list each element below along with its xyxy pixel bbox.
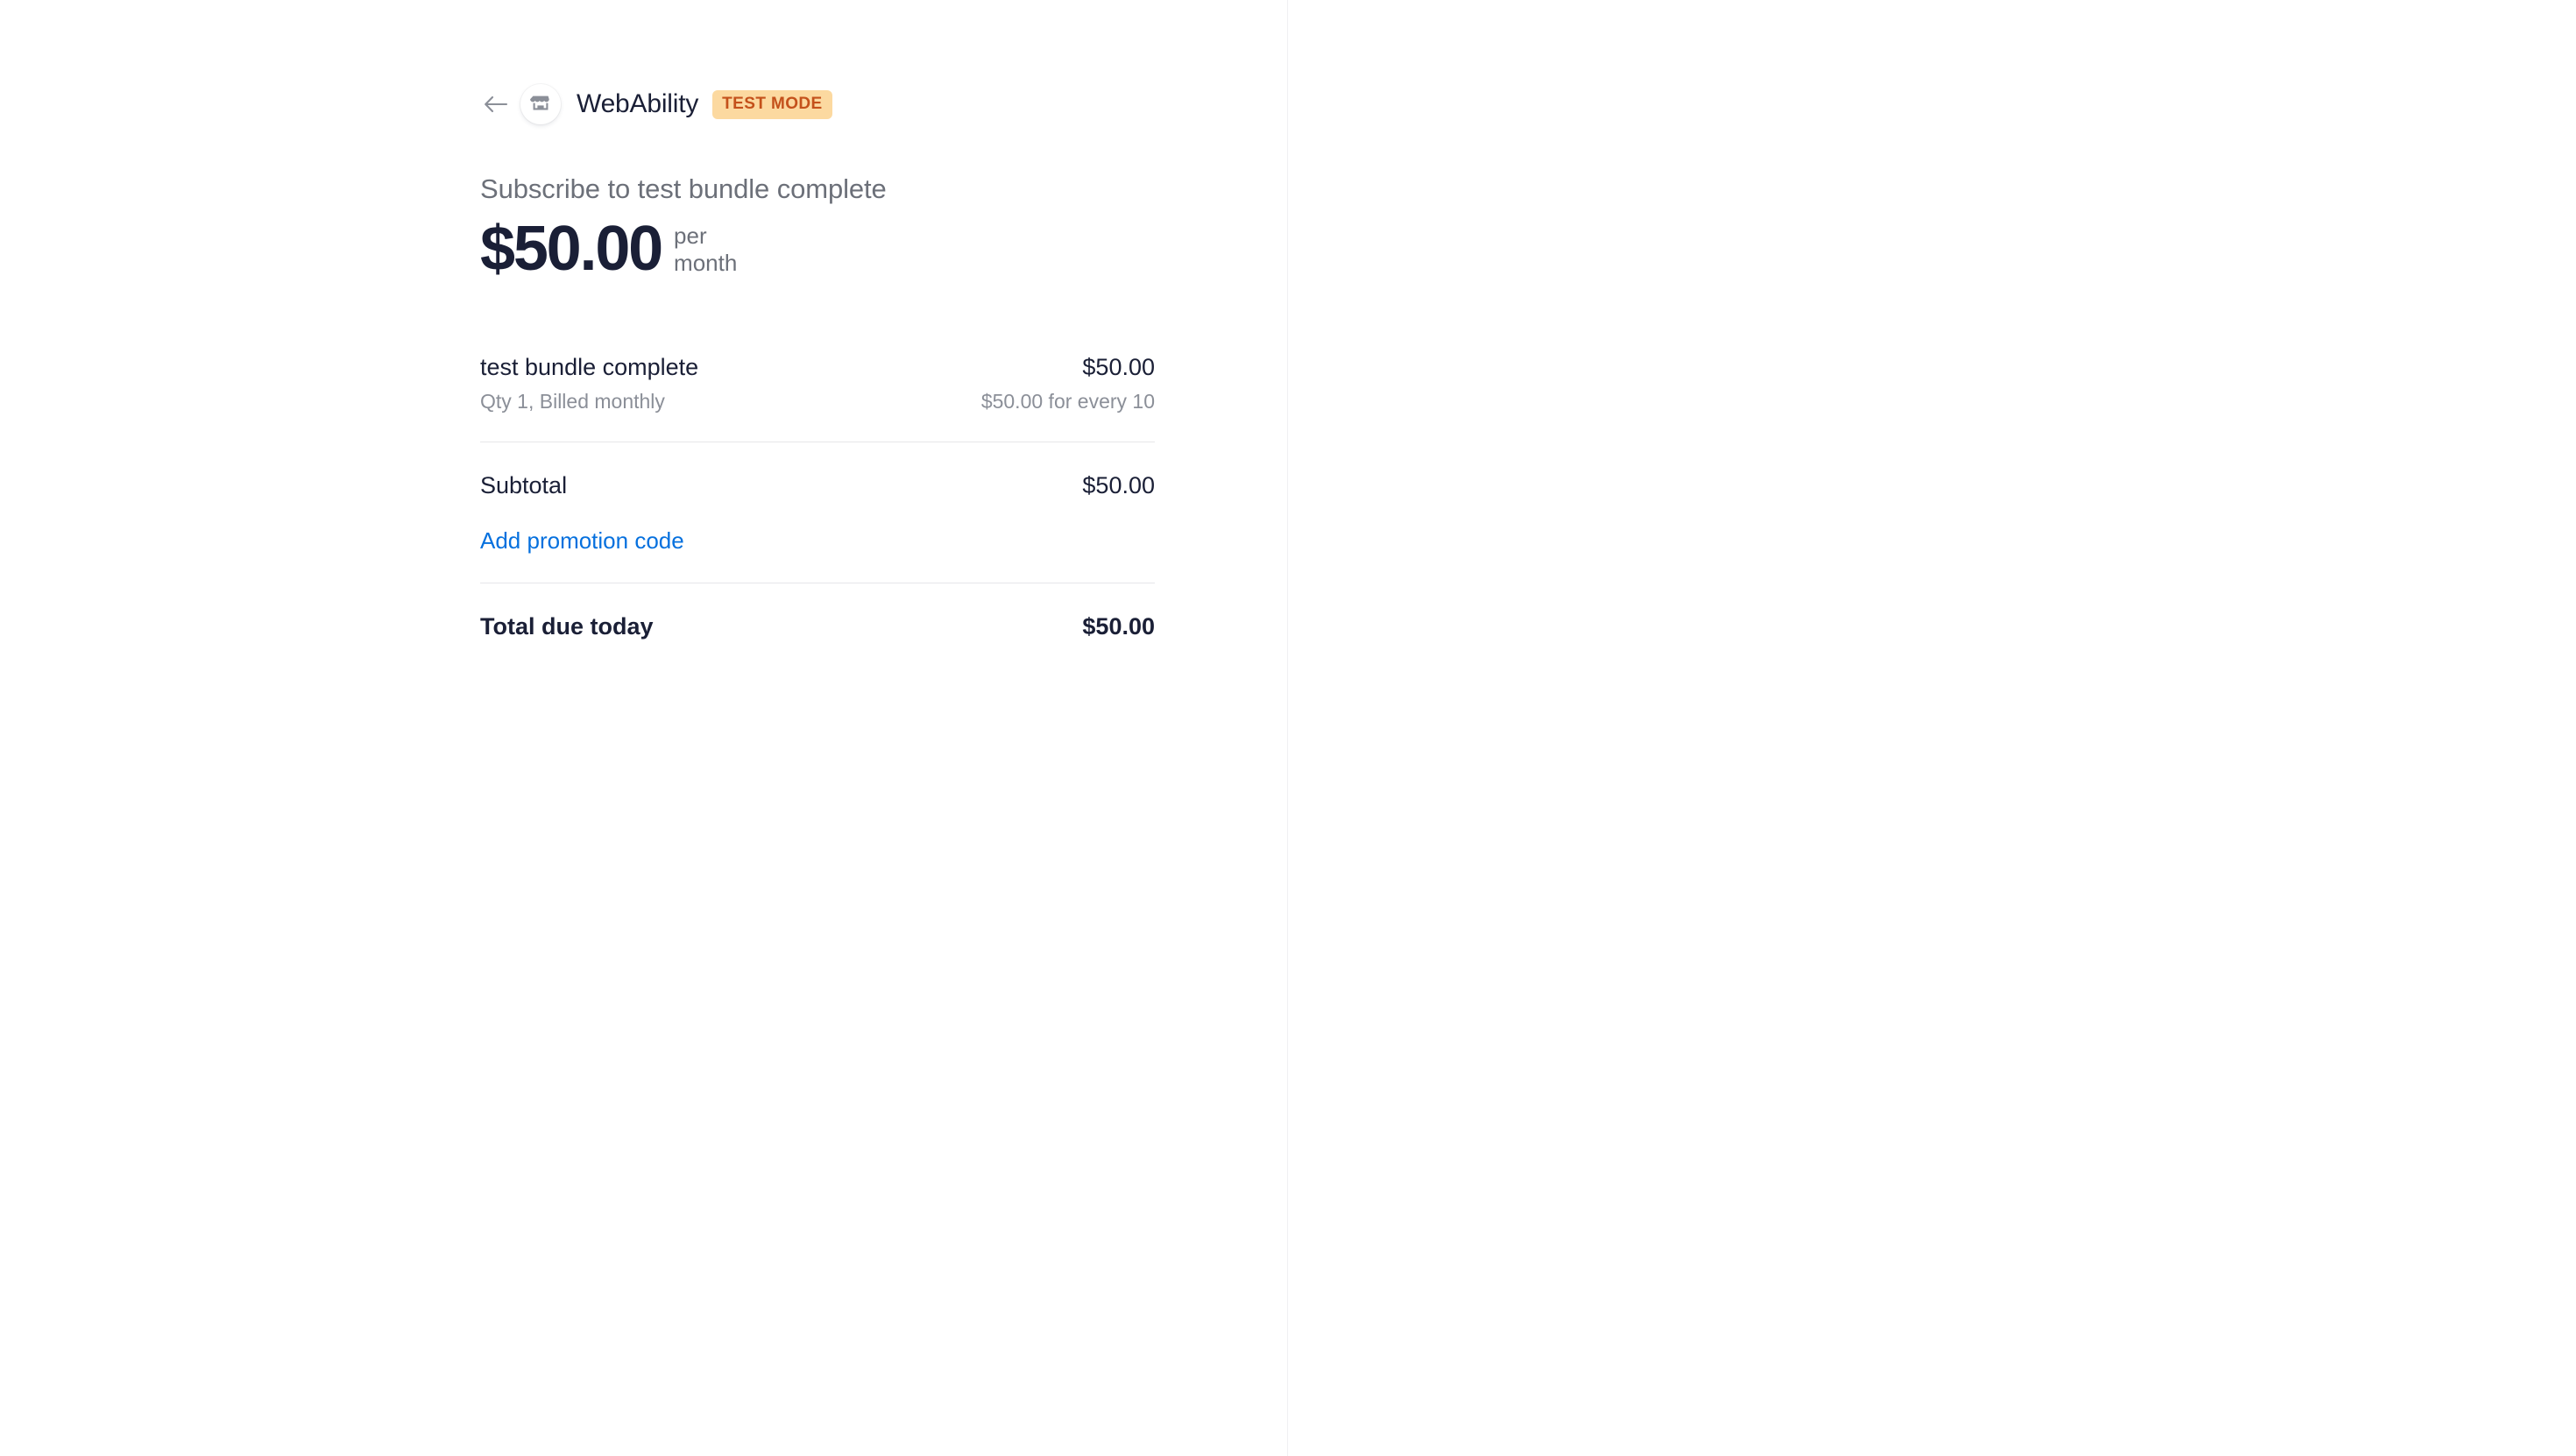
- merchant-header: WebAbility TEST MODE: [480, 84, 1155, 124]
- total-due-value: $50.00: [1082, 613, 1155, 640]
- subscribe-title: Subscribe to test bundle complete: [480, 173, 887, 204]
- merchant-avatar: [520, 84, 561, 124]
- price-interval-unit: month: [674, 249, 738, 276]
- line-item-qty: Qty 1, Billed monthly: [480, 390, 665, 413]
- line-item-price-sub: $50.00 for every 10: [980, 390, 1155, 413]
- merchant-name: WebAbility: [577, 89, 699, 118]
- subtotal-label: Subtotal: [480, 472, 568, 498]
- order-summary: WebAbility TEST MODE Subscribe to test b…: [480, 84, 1155, 640]
- line-item-price: $50.00: [1082, 354, 1155, 380]
- price-interval: per month: [674, 223, 737, 276]
- line-item: test bundle complete Qty 1, Billed month…: [480, 354, 1155, 413]
- checkout-page: WebAbility TEST MODE Subscribe to test b…: [0, 0, 2576, 1456]
- back-arrow-icon[interactable]: [480, 88, 512, 120]
- total-due-row: Total due today $50.00: [480, 583, 1155, 640]
- add-promotion-code-link[interactable]: Add promotion code: [480, 499, 684, 555]
- price-interval-per: per: [674, 223, 707, 249]
- subtotal-value: $50.00: [1082, 472, 1155, 498]
- test-mode-badge: TEST MODE: [712, 89, 832, 119]
- line-item-details: test bundle complete Qty 1, Billed month…: [480, 354, 698, 413]
- order-summary-panel: WebAbility TEST MODE Subscribe to test b…: [0, 0, 1288, 1456]
- price-amount: $50.00: [480, 214, 663, 284]
- line-item-name: test bundle complete: [480, 354, 699, 380]
- subtotal-row: Subtotal $50.00: [480, 442, 1155, 499]
- price-display: $50.00 per month: [480, 217, 1155, 280]
- payment-form-panel: Pay with link Or pay with card: [1288, 0, 2576, 1456]
- line-item-pricing: $50.00 $50.00 for every 10: [981, 354, 1155, 413]
- total-due-label: Total due today: [480, 613, 654, 640]
- storefront-icon: [530, 92, 551, 117]
